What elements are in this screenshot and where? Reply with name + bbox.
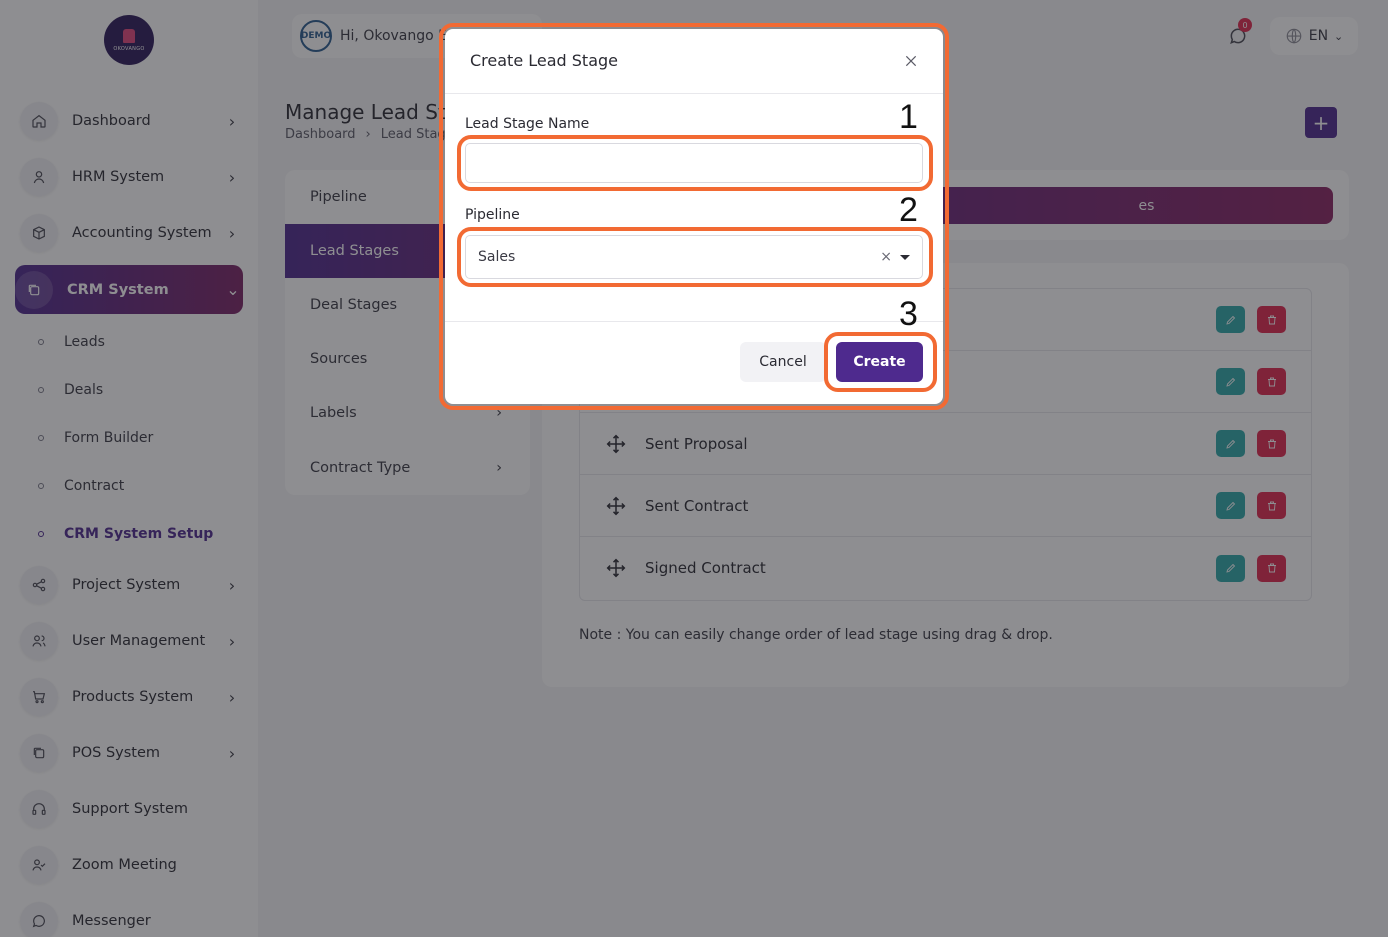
divider (445, 93, 943, 94)
callout-number: 1 (899, 98, 918, 136)
callout-number: 2 (899, 191, 918, 229)
close-icon (905, 55, 917, 67)
callout-highlight-pipeline (457, 227, 933, 287)
pipeline-label: Pipeline (465, 207, 520, 223)
divider (445, 321, 943, 322)
close-button[interactable] (900, 50, 922, 72)
lead-stage-name-label: Lead Stage Name (465, 116, 590, 132)
callout-highlight-name-input (457, 135, 933, 191)
callout-number: 3 (899, 295, 918, 333)
callout-highlight-create (824, 332, 937, 392)
cancel-button[interactable]: Cancel (740, 342, 826, 382)
modal-title: Create Lead Stage (470, 51, 619, 70)
